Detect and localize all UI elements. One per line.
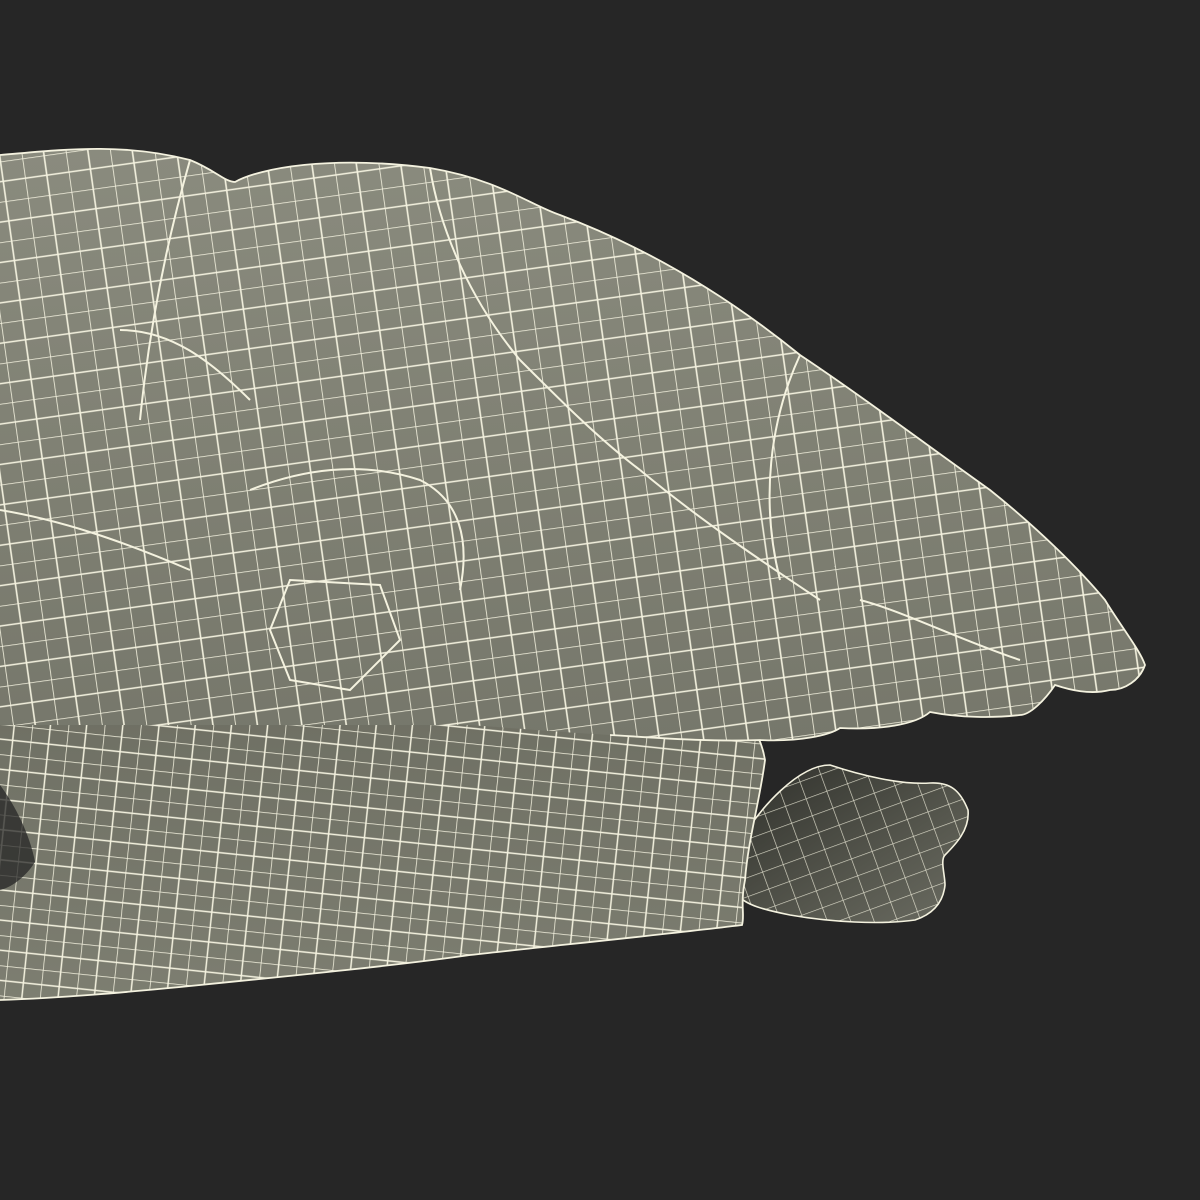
turtle-shell — [0, 147, 1146, 742]
turtle-wireframe-scene — [0, 147, 1146, 1001]
render-viewport — [0, 0, 1200, 1200]
